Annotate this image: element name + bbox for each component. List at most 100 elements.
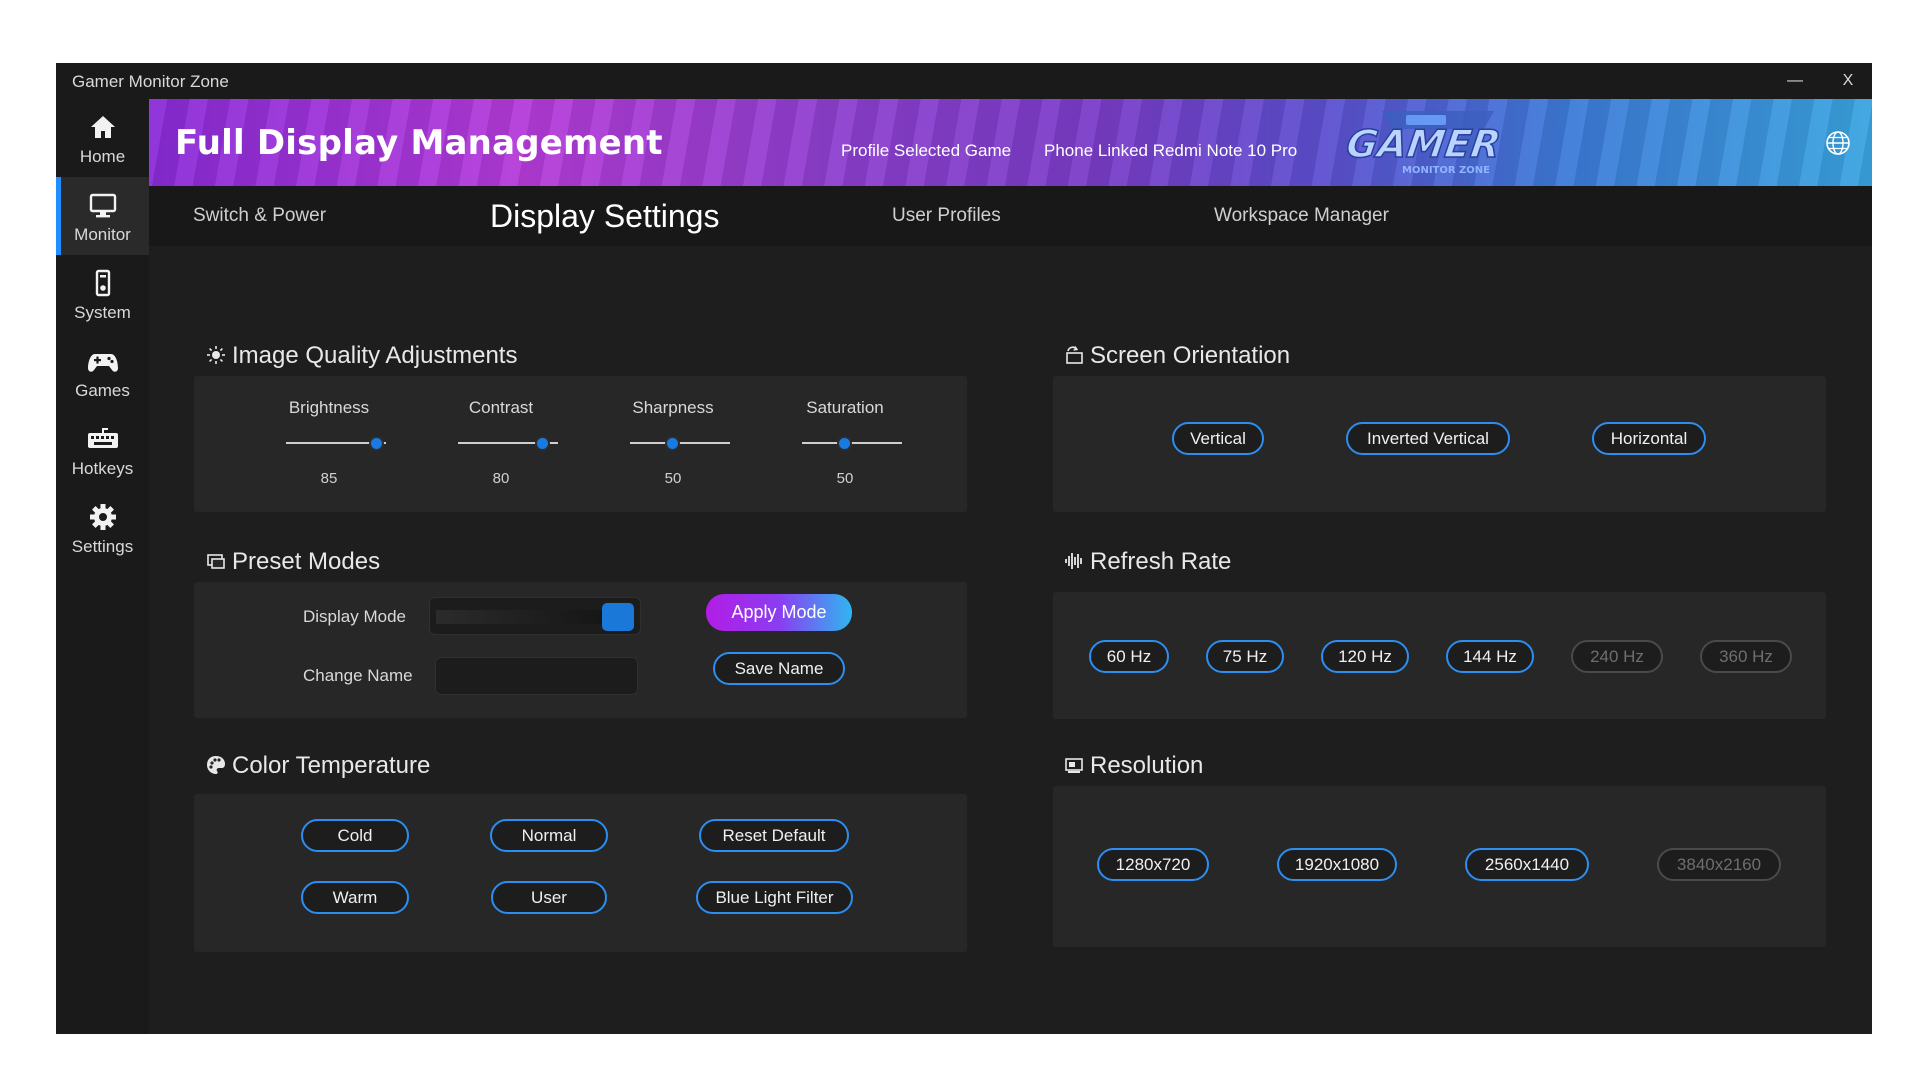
display-mode-toggle[interactable]	[602, 603, 634, 631]
sidebar-item-games[interactable]: Games	[56, 333, 149, 411]
save-name-button[interactable]: Save Name	[713, 652, 845, 685]
refresh-240hz-button: 240 Hz	[1571, 640, 1663, 673]
svg-text:GAMER: GAMER	[1344, 123, 1503, 167]
refresh-144hz-button[interactable]: 144 Hz	[1446, 640, 1534, 673]
header-banner: Full Display Management Profile Selected…	[149, 99, 1872, 186]
resolution-3840x2160-button: 3840x2160	[1657, 848, 1781, 881]
section-title-text: Preset Modes	[232, 548, 381, 575]
screen-orientation-heading: Screen Orientation	[1064, 342, 1290, 370]
horizontal-button[interactable]: Horizontal	[1592, 422, 1706, 455]
resolution-panel: 1280x720 1920x1080 2560x1440 3840x2160	[1053, 786, 1826, 947]
vertical-button[interactable]: Vertical	[1172, 422, 1264, 455]
refresh-75hz-button[interactable]: 75 Hz	[1206, 640, 1284, 673]
contrast-slider-thumb[interactable]	[535, 436, 550, 451]
tab-switch-power[interactable]: Switch & Power	[193, 186, 326, 246]
contrast-label: Contrast	[468, 398, 534, 417]
palette-icon	[207, 756, 225, 774]
sidebar-item-home[interactable]: Home	[56, 99, 149, 177]
saturation-slider-group: Saturation 50	[770, 376, 920, 512]
sidebar-item-monitor[interactable]: Monitor	[56, 177, 149, 255]
brightness-slider-thumb[interactable]	[369, 436, 384, 451]
resolution-icon	[1065, 758, 1083, 773]
refresh-120hz-button[interactable]: 120 Hz	[1321, 640, 1409, 673]
sharpness-slider-thumb[interactable]	[665, 436, 680, 451]
saturation-value: 50	[836, 470, 854, 487]
page-title: Full Display Management	[175, 123, 663, 163]
sidebar-item-settings[interactable]: Settings	[56, 489, 149, 567]
saturation-slider-track[interactable]	[802, 442, 902, 444]
sidebar-item-label: Games	[75, 381, 130, 400]
sharpness-slider-track[interactable]	[630, 442, 730, 444]
change-name-label: Change Name	[303, 666, 413, 685]
sidebar-item-system[interactable]: System	[56, 255, 149, 333]
inverted-vertical-button[interactable]: Inverted Vertical	[1346, 422, 1510, 455]
screen-orientation-panel: Vertical Inverted Vertical Horizontal	[1053, 376, 1826, 512]
app-window: Gamer Monitor Zone — X Home Monitor Syst…	[56, 63, 1872, 1034]
sidebar-item-hotkeys[interactable]: Hotkeys	[56, 411, 149, 489]
sidebar-item-label: Hotkeys	[71, 459, 134, 478]
image-quality-panel: Brightness 85 Contrast 80 Sharpness 50 S…	[194, 376, 967, 512]
rotate-icon	[1066, 346, 1083, 364]
apply-mode-button[interactable]: Apply Mode	[706, 594, 852, 631]
preset-modes-heading: Preset Modes	[206, 548, 380, 576]
section-title-text: Image Quality Adjustments	[232, 342, 518, 369]
contrast-slider-group: Contrast 80	[426, 376, 576, 512]
resolution-2560x1440-button[interactable]: 2560x1440	[1465, 848, 1589, 881]
resolution-1920x1080-button[interactable]: 1920x1080	[1277, 848, 1397, 881]
globe-icon[interactable]	[1825, 130, 1851, 156]
refresh-360hz-button: 360 Hz	[1700, 640, 1792, 673]
tab-bar: Switch & Power Display Settings User Pro…	[149, 186, 1872, 246]
reset-default-button[interactable]: Reset Default	[699, 819, 849, 852]
phone-status: Phone Linked Redmi Note 10 Pro	[1044, 141, 1298, 160]
resolution-1280x720-button[interactable]: 1280x720	[1097, 848, 1209, 881]
cold-button[interactable]: Cold	[301, 819, 409, 852]
keyboard-icon	[88, 428, 118, 448]
sidebar-item-label: Home	[79, 147, 126, 166]
waveform-icon	[1065, 553, 1082, 569]
brightness-label: Brightness	[288, 398, 370, 417]
contrast-value: 80	[492, 470, 510, 487]
change-name-input[interactable]	[435, 657, 638, 695]
tab-user-profiles[interactable]: User Profiles	[892, 186, 1001, 246]
refresh-rate-heading: Refresh Rate	[1064, 548, 1231, 576]
refresh-rate-panel: 60 Hz 75 Hz 120 Hz 144 Hz 240 Hz 360 Hz	[1053, 592, 1826, 719]
sidebar-item-label: Monitor	[74, 225, 131, 244]
refresh-60hz-button[interactable]: 60 Hz	[1089, 640, 1169, 673]
tab-display-settings[interactable]: Display Settings	[490, 186, 719, 246]
color-temperature-panel: Cold Normal Reset Default Warm User Blue…	[194, 794, 967, 952]
sidebar: Home Monitor System Games Hotkeys Settin…	[56, 99, 149, 1034]
home-icon	[91, 116, 115, 138]
section-title-text: Screen Orientation	[1090, 342, 1291, 369]
profile-status: Profile Selected Game	[841, 141, 1012, 160]
svg-text:MONITOR ZONE: MONITOR ZONE	[1402, 165, 1490, 176]
minimize-button[interactable]: —	[1780, 69, 1810, 93]
section-title-text: Resolution	[1090, 752, 1204, 779]
section-title-text: Color Temperature	[232, 752, 431, 779]
brightness-value: 85	[320, 470, 338, 487]
sharpness-value: 50	[664, 470, 682, 487]
preset-modes-panel: Display Mode Apply Mode Change Name Save…	[194, 582, 967, 718]
app-title: Gamer Monitor Zone	[72, 72, 229, 91]
close-button[interactable]: X	[1833, 69, 1863, 93]
warm-button[interactable]: Warm	[301, 881, 409, 914]
user-button[interactable]: User	[491, 881, 607, 914]
display-mode-value	[436, 610, 602, 624]
gamer-logo: GAMER MONITOR ZONE	[1344, 111, 1504, 176]
saturation-label: Saturation	[806, 398, 884, 417]
title-bar: Gamer Monitor Zone — X	[56, 63, 1872, 99]
sidebar-item-label: System	[74, 303, 131, 322]
brightness-slider-group: Brightness 85	[254, 376, 404, 512]
saturation-slider-thumb[interactable]	[837, 436, 852, 451]
normal-button[interactable]: Normal	[490, 819, 608, 852]
sidebar-item-label: Settings	[71, 537, 134, 556]
sharpness-label: Sharpness	[632, 398, 714, 417]
display-mode-select[interactable]	[429, 597, 641, 635]
gear-icon	[90, 504, 116, 530]
display-mode-label: Display Mode	[303, 607, 406, 626]
tab-workspace-manager[interactable]: Workspace Manager	[1214, 186, 1389, 246]
display-mode-icon	[207, 554, 225, 569]
gamepad-icon	[88, 354, 118, 372]
resolution-heading: Resolution	[1064, 752, 1203, 780]
sun-icon	[207, 346, 225, 364]
blue-light-filter-button[interactable]: Blue Light Filter	[696, 881, 853, 914]
